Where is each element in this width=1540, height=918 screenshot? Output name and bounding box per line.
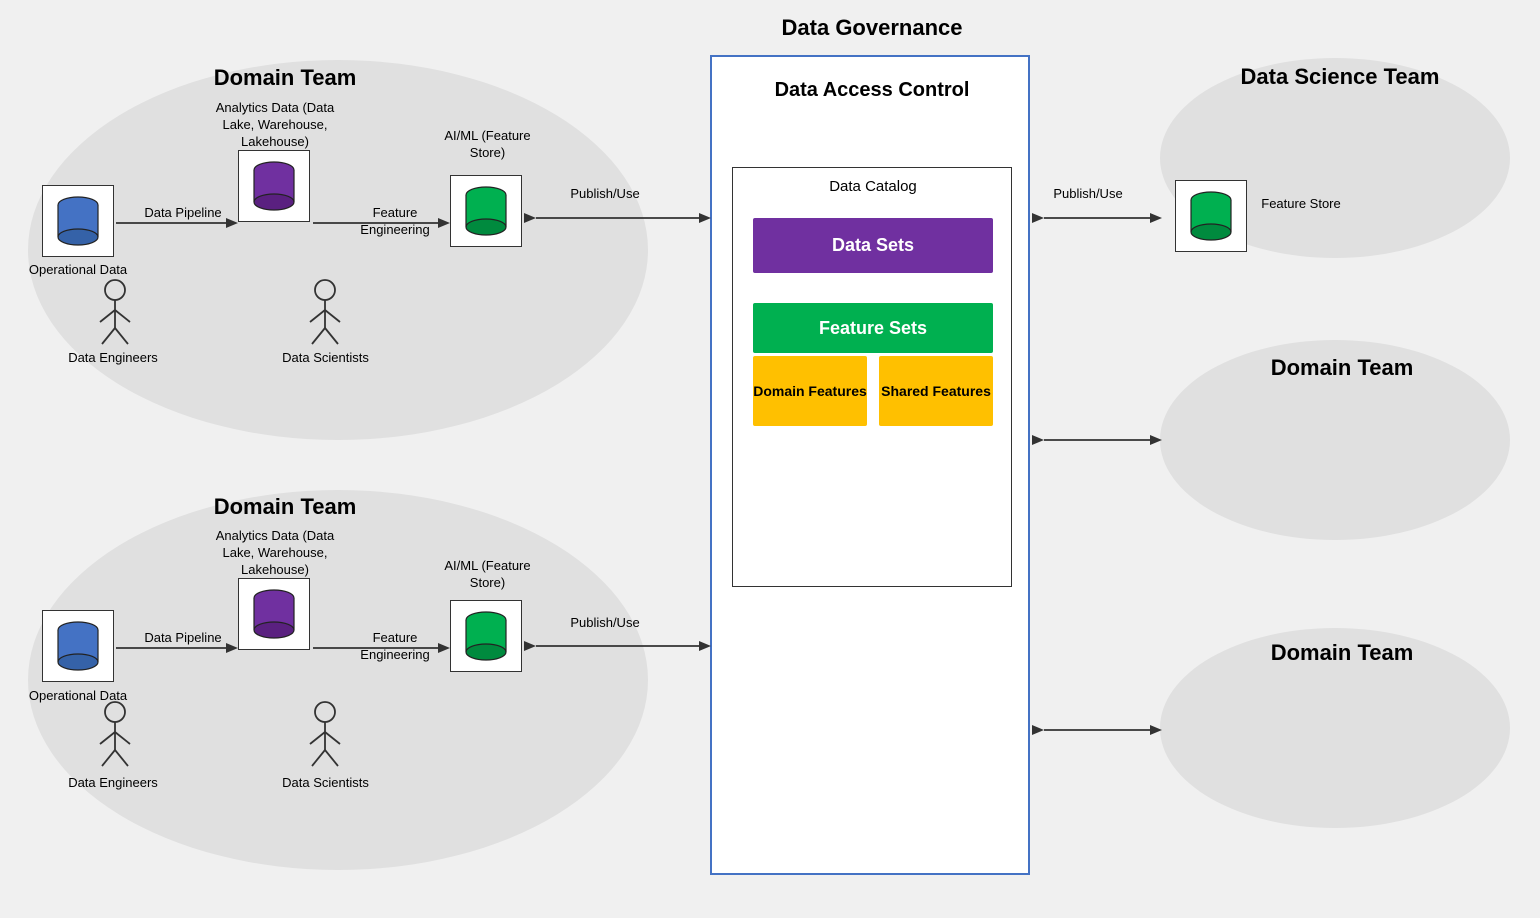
domain-team-bottom-title: Domain Team (155, 494, 415, 520)
domain-features-box: Domain Features (753, 356, 867, 426)
data-governance-box: Data Governance Data Access Control Data… (710, 55, 1030, 875)
arrow-publish-use-right (1032, 208, 1162, 228)
domain-team-right2-title: Domain Team (1222, 640, 1462, 666)
data-engineers-label-top: Data Engineers (68, 350, 158, 367)
analytics-data-box-top (238, 150, 310, 222)
operational-data-label-top: Operational Data (28, 262, 128, 279)
data-scientists-figure-bottom (300, 700, 350, 775)
publish-use-label-bottom: Publish/Use (555, 615, 655, 632)
data-engineers-figure-bottom (90, 700, 140, 775)
domain-team-top-title: Domain Team (155, 65, 415, 91)
aiml-box-top (450, 175, 522, 247)
domain-team-right1-title: Domain Team (1222, 355, 1462, 381)
diagram-container: Domain Team Operational Data Analytics D… (0, 0, 1540, 918)
feature-sets-bar: Feature Sets (753, 303, 993, 353)
feature-store-box-right (1175, 180, 1247, 252)
data-engineers-label-bottom: Data Engineers (68, 775, 158, 792)
shared-features-label: Shared Features (881, 382, 991, 400)
analytics-data-box-bottom (238, 578, 310, 650)
data-sets-bar: Data Sets (753, 218, 993, 273)
operational-data-box-top (42, 185, 114, 257)
feature-sets-label: Feature Sets (819, 318, 927, 339)
arrow-analytics-to-aiml-bottom (313, 638, 453, 658)
aiml-label-bottom: AI/ML (Feature Store) (430, 558, 545, 592)
arrow-publish-use-bottom (524, 636, 712, 656)
arrow-right-middle (1032, 430, 1162, 450)
data-catalog-box: Data Catalog Data Sets Feature Sets Doma… (732, 167, 1012, 587)
data-engineers-figure-top (90, 278, 140, 353)
data-scientists-figure-top (300, 278, 350, 353)
data-governance-title: Data Governance (712, 15, 1032, 41)
data-catalog-label: Data Catalog (733, 178, 1013, 195)
publish-use-label-right: Publish/Use (1038, 186, 1138, 203)
data-sets-label: Data Sets (832, 235, 914, 256)
data-scientists-label-bottom: Data Scientists (278, 775, 373, 792)
data-science-team-title: Data Science Team (1185, 64, 1495, 90)
arrow-analytics-to-aiml-top (313, 213, 453, 233)
operational-data-box-bottom (42, 610, 114, 682)
arrow-op-to-analytics-top (116, 213, 241, 233)
domain-features-label: Domain Features (753, 382, 867, 400)
analytics-data-label-top: Analytics Data (Data Lake, Warehouse, La… (210, 100, 340, 151)
feature-store-label-right: Feature Store (1256, 196, 1346, 213)
analytics-data-label-bottom: Analytics Data (Data Lake, Warehouse, La… (210, 528, 340, 579)
publish-use-label-top: Publish/Use (555, 186, 655, 203)
aiml-box-bottom (450, 600, 522, 672)
shared-features-box: Shared Features (879, 356, 993, 426)
arrow-right-bottom (1032, 720, 1162, 740)
aiml-label-top: AI/ML (Feature Store) (430, 128, 545, 162)
arrow-publish-use-top (524, 208, 712, 228)
data-scientists-label-top: Data Scientists (278, 350, 373, 367)
arrow-op-to-analytics-bottom (116, 638, 241, 658)
data-access-control-label: Data Access Control (712, 79, 1032, 102)
